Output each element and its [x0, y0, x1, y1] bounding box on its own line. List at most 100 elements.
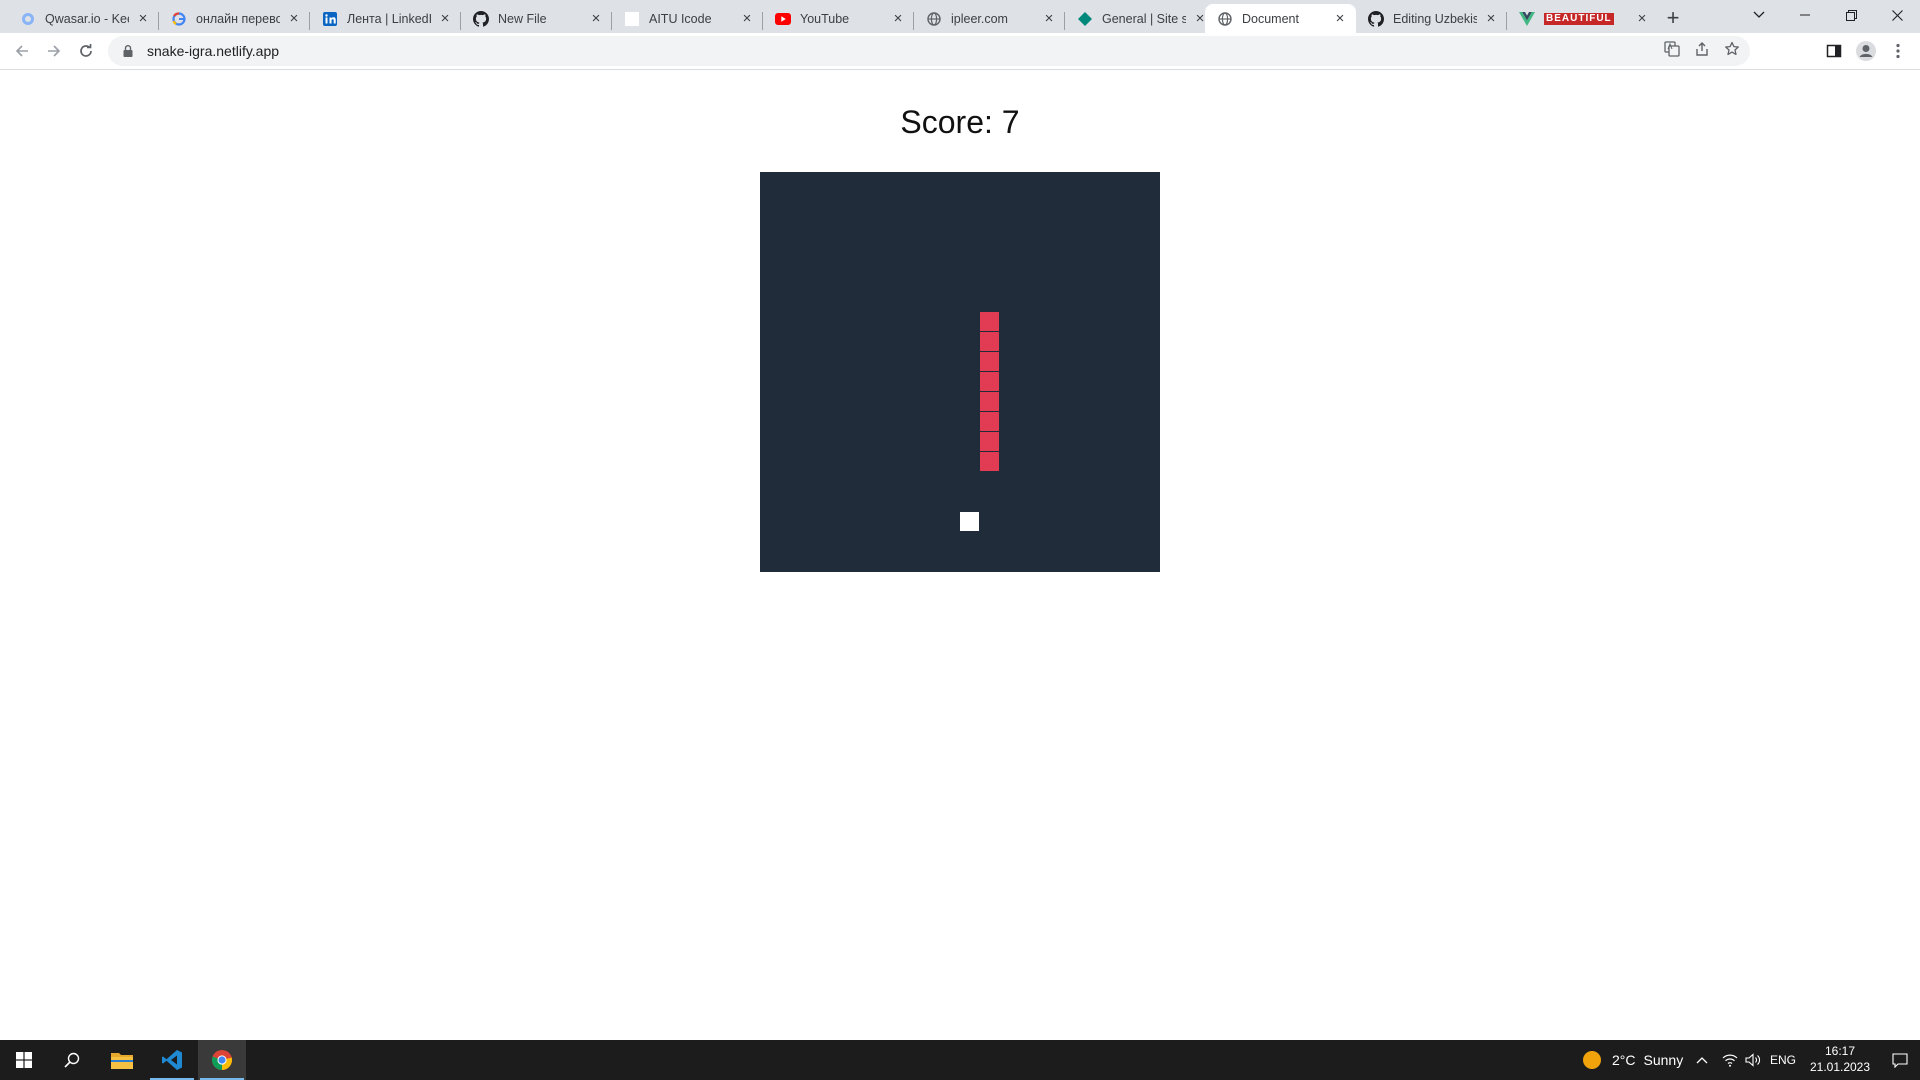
- diamond-icon: [1077, 11, 1093, 27]
- language-label: ENG: [1770, 1053, 1797, 1067]
- search-button[interactable]: [48, 1040, 96, 1080]
- tab-title: Document: [1242, 11, 1299, 26]
- vscode-icon: [162, 1050, 182, 1070]
- tab-title-text: BEAUTIFUL: [1544, 12, 1614, 25]
- chevron-down-icon: [1753, 11, 1765, 18]
- weather-temp: 2°C: [1612, 1052, 1636, 1068]
- tab-google-translate[interactable]: онлайн перевод ×: [159, 4, 310, 33]
- tab-title: General | Site se: [1102, 11, 1186, 26]
- omnibox-actions: [1664, 36, 1740, 66]
- google-icon: [171, 11, 187, 27]
- wifi-icon: [1722, 1054, 1738, 1067]
- url-text[interactable]: snake-igra.netlify.app: [147, 43, 279, 59]
- tab-document-active[interactable]: Document ×: [1205, 4, 1356, 33]
- reload-button[interactable]: [72, 37, 100, 65]
- tab-title: New File: [498, 11, 547, 26]
- language-indicator[interactable]: ENG: [1770, 1040, 1796, 1080]
- tab-search-button[interactable]: [1736, 0, 1782, 30]
- tab-title: Editing Uzbekist: [1393, 11, 1477, 26]
- tab-title: Лента | LinkedIn: [347, 11, 431, 26]
- window-controls: [1736, 0, 1920, 33]
- snake-segment: [980, 452, 999, 471]
- weather-text: Sunny: [1643, 1052, 1684, 1068]
- close-window-button[interactable]: [1874, 0, 1920, 30]
- address-bar[interactable]: snake-igra.netlify.app: [108, 36, 1750, 66]
- restore-button[interactable]: [1828, 0, 1874, 30]
- new-tab-button[interactable]: +: [1660, 6, 1686, 32]
- snake-segment: [980, 332, 999, 351]
- clock[interactable]: 16:17 21.01.2023: [1800, 1043, 1880, 1075]
- restore-icon: [1845, 9, 1857, 21]
- tab-ipleer[interactable]: ipleer.com ×: [914, 4, 1065, 33]
- lock-icon[interactable]: [121, 44, 135, 58]
- vscode-button[interactable]: [148, 1040, 196, 1080]
- tab-title: Qwasar.io - Keep: [45, 11, 129, 26]
- close-icon[interactable]: ×: [1332, 10, 1348, 27]
- snake-segment: [980, 392, 999, 411]
- vue-icon: [1519, 11, 1535, 27]
- notification-icon: [1892, 1052, 1908, 1068]
- minimize-icon: [1800, 14, 1810, 16]
- chrome-icon: [211, 1050, 233, 1070]
- back-button[interactable]: [8, 37, 36, 65]
- windows-logo-icon: [16, 1052, 32, 1068]
- snake-segment: [980, 372, 999, 391]
- close-icon[interactable]: ×: [588, 10, 604, 27]
- blank-page-icon: [624, 11, 640, 27]
- tab-title: онлайн перевод: [196, 11, 280, 26]
- weather-widget[interactable]: 2°C Sunny: [1582, 1040, 1683, 1080]
- close-icon[interactable]: ×: [890, 10, 906, 27]
- close-icon[interactable]: ×: [437, 10, 453, 27]
- tab-general-site[interactable]: General | Site se ×: [1065, 4, 1216, 33]
- close-icon[interactable]: ×: [1483, 10, 1499, 27]
- translate-icon[interactable]: [1664, 40, 1680, 62]
- clock-date: 21.01.2023: [1809, 1060, 1871, 1074]
- linkedin-icon: [322, 11, 338, 27]
- browser-toolbar: snake-igra.netlify.app: [0, 33, 1920, 70]
- tab-vue-beautiful[interactable]: BEAUTIFUL ×: [1507, 4, 1658, 33]
- snake-segment: [980, 352, 999, 371]
- game-board[interactable]: [760, 172, 1160, 572]
- forward-button[interactable]: [40, 37, 68, 65]
- globe-icon: [1217, 11, 1233, 27]
- bookmark-star-icon[interactable]: [1724, 41, 1740, 62]
- tab-linkedin[interactable]: Лента | LinkedIn ×: [310, 4, 461, 33]
- snake-segment: [980, 412, 999, 431]
- volume-button[interactable]: [1745, 1040, 1763, 1080]
- close-icon[interactable]: ×: [739, 10, 755, 27]
- tab-strip: Qwasar.io - Keep × онлайн перевод × Лент…: [0, 0, 1920, 33]
- close-icon[interactable]: ×: [286, 10, 302, 27]
- share-icon[interactable]: [1694, 41, 1710, 62]
- score-display: Score: 7: [900, 104, 1020, 140]
- close-icon[interactable]: ×: [1634, 10, 1650, 27]
- close-icon: [1891, 9, 1903, 21]
- notifications-button[interactable]: [1880, 1040, 1920, 1080]
- folder-icon: [111, 1053, 133, 1069]
- side-panel-button[interactable]: [1820, 37, 1848, 65]
- page-viewport: Score: 7: [0, 71, 1920, 1039]
- start-button[interactable]: [0, 1040, 48, 1080]
- qwasar-icon: [20, 11, 36, 27]
- file-explorer-button[interactable]: [98, 1040, 146, 1080]
- menu-button[interactable]: [1884, 37, 1912, 65]
- minimize-button[interactable]: [1782, 0, 1828, 30]
- food-pellet: [960, 512, 979, 531]
- show-hidden-icons-button[interactable]: [1696, 1040, 1708, 1080]
- profile-button[interactable]: [1852, 37, 1880, 65]
- sun-icon: [1583, 1051, 1601, 1069]
- tab-new-file[interactable]: New File ×: [461, 4, 612, 33]
- network-button[interactable]: [1722, 1040, 1738, 1080]
- tab-editing-uzbekistan[interactable]: Editing Uzbekist ×: [1356, 4, 1507, 33]
- tab-aitu-icode[interactable]: AITU Icode ×: [612, 4, 763, 33]
- arrow-left-icon: [15, 45, 28, 57]
- snake-head: [980, 312, 999, 331]
- search-icon: [64, 1052, 80, 1068]
- tab-qwasar[interactable]: Qwasar.io - Keep ×: [8, 4, 159, 33]
- close-icon[interactable]: ×: [1041, 10, 1057, 27]
- close-icon[interactable]: ×: [135, 10, 151, 27]
- tab-youtube[interactable]: YouTube ×: [763, 4, 914, 33]
- tab-title: AITU Icode: [649, 11, 712, 26]
- chrome-button[interactable]: [198, 1040, 246, 1080]
- profile-avatar-icon: [1856, 41, 1876, 61]
- youtube-icon: [775, 11, 791, 27]
